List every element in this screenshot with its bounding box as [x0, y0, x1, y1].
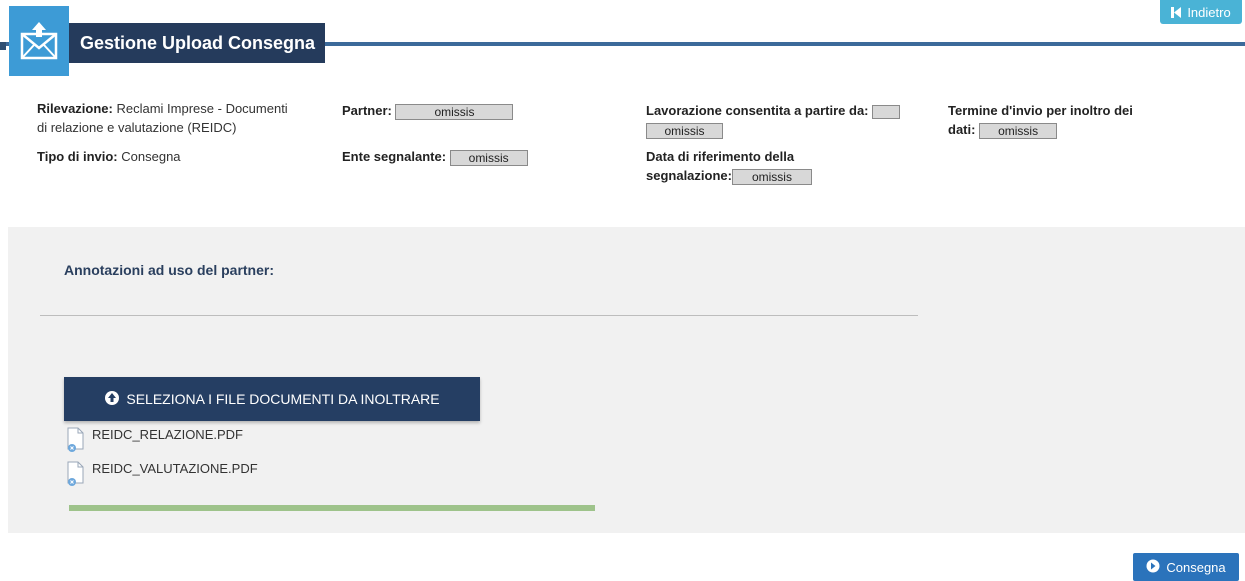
- arrow-circle-right-icon: [1146, 559, 1160, 576]
- termine-label-2: dati:: [948, 122, 976, 137]
- pdf-file-icon: [66, 461, 86, 490]
- header-divider-cap: [0, 42, 6, 50]
- data-riferimento-label-2: segnalazione:: [646, 168, 732, 183]
- annotations-divider: [40, 315, 918, 316]
- upload-progress-fill: [69, 505, 595, 511]
- annotations-title: Annotazioni ad uso del partner:: [64, 262, 275, 278]
- file-name: REIDC_VALUTAZIONE.PDF: [92, 461, 258, 476]
- consegna-button[interactable]: Consegna: [1133, 553, 1239, 581]
- file-item[interactable]: REIDC_RELAZIONE.PDF: [66, 427, 243, 456]
- termine-label-1: Termine d'invio per inoltro dei: [948, 103, 1133, 118]
- ente-label: Ente segnalante:: [342, 149, 447, 164]
- lavorazione-info: Lavorazione consentita a partire da: omi…: [646, 101, 926, 139]
- tipo-invio-label: Tipo di invio:: [37, 149, 118, 164]
- back-button-label: Indietro: [1187, 4, 1231, 20]
- lavorazione-label: Lavorazione consentita a partire da:: [646, 103, 869, 118]
- rilevazione-value-1: Reclami Imprese - Documenti: [116, 101, 288, 116]
- back-button[interactable]: Indietro: [1160, 0, 1242, 24]
- tipo-invio-info: Tipo di invio: Consegna: [37, 147, 181, 166]
- lavorazione-value: omissis: [646, 122, 723, 139]
- partner-info: Partner: omissis: [342, 101, 514, 120]
- partner-value: omissis: [395, 103, 514, 120]
- rilevazione-label: Rilevazione:: [37, 101, 113, 116]
- upload-circle-icon: [104, 390, 120, 409]
- page-title: Gestione Upload Consegna: [69, 23, 325, 63]
- tipo-invio-value: Consegna: [121, 149, 181, 164]
- lavorazione-empty-chip: [872, 104, 901, 119]
- data-riferimento-label-1: Data di riferimento della: [646, 149, 795, 164]
- select-files-button[interactable]: SELEZIONA I FILE DOCUMENTI DA INOLTRARE: [64, 377, 480, 421]
- consegna-label: Consegna: [1166, 559, 1226, 575]
- ente-value: omissis: [449, 149, 528, 166]
- upload-progress-bar: [69, 505, 595, 511]
- select-files-label: SELEZIONA I FILE DOCUMENTI DA INOLTRARE: [126, 391, 440, 407]
- partner-label: Partner:: [342, 103, 392, 118]
- pdf-file-icon: [66, 427, 86, 456]
- skip-back-icon: [1171, 6, 1182, 18]
- file-name: REIDC_RELAZIONE.PDF: [92, 427, 243, 442]
- rilevazione-value-2: di relazione e valutazione (REIDC): [37, 120, 237, 135]
- ente-info: Ente segnalante: omissis: [342, 147, 528, 166]
- termine-info: Termine d'invio per inoltro dei dati: om…: [948, 101, 1208, 139]
- file-item[interactable]: REIDC_VALUTAZIONE.PDF: [66, 461, 258, 490]
- data-riferimento-info: Data di riferimento della segnalazione: o…: [646, 147, 926, 185]
- rilevazione-info: Rilevazione: Reclami Imprese - Documenti…: [37, 99, 327, 137]
- envelope-upload-icon: [9, 6, 69, 76]
- termine-value: omissis: [979, 122, 1058, 139]
- data-riferimento-value: omissis: [731, 168, 812, 185]
